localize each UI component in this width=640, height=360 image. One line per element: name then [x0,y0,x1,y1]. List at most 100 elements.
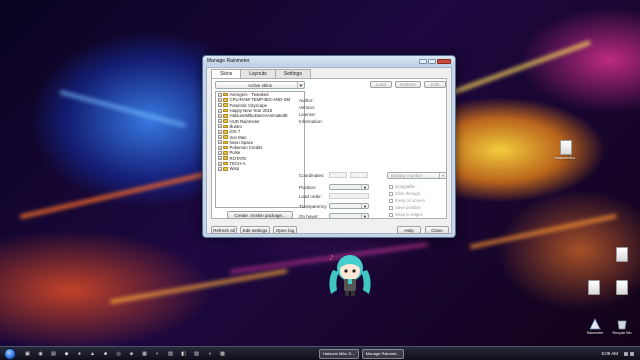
draggable-checkbox[interactable]: Draggable [389,184,415,189]
folder-icon [223,135,228,139]
tray-icon[interactable] [624,351,628,356]
system-tray[interactable] [624,351,634,356]
file-icon [616,280,628,295]
folder-icon [223,98,228,102]
folder-icon [223,156,228,160]
folder-icon [223,119,228,123]
expand-icon[interactable]: + [218,92,222,97]
refresh-all-button[interactable]: Refresh all [211,226,237,234]
help-button[interactable]: Help [397,226,421,234]
tab-settings[interactable]: Settings [274,69,311,78]
maximize-button[interactable] [428,58,436,64]
expand-icon[interactable]: + [218,124,222,129]
checkbox-box[interactable] [389,198,393,203]
taskbar-app-icon[interactable]: ▨ [193,350,201,358]
shortcut-desktop-icon-1[interactable] [610,247,634,262]
recycle-bin-desktop-icon[interactable]: Recycle Bin [610,318,634,335]
transparency-dropdown[interactable]: ▼ [329,203,369,209]
taskbar-app-icon[interactable]: ◉ [37,350,45,358]
folder-icon [223,92,228,97]
checkbox-box[interactable] [389,205,393,210]
load-order-field[interactable] [329,193,369,199]
create-rmskin-button[interactable]: Create .rmskin package... [227,211,293,219]
close-button[interactable]: Close [425,226,449,234]
expand-icon[interactable]: + [218,119,222,124]
taskbar-app-icon[interactable]: ■ [102,350,110,358]
display-monitor-dropdown[interactable]: Display monitor ▼ [387,172,447,179]
rainmeter-icon [589,318,601,330]
shortcut-desktop-icon-2[interactable] [582,280,606,295]
tree-item[interactable]: + Wisp [216,166,304,171]
expand-icon[interactable]: + [218,156,222,161]
taskbar-app-icon[interactable]: ▧ [167,350,175,358]
tray-icon[interactable] [630,351,634,356]
taskbar-app-icon[interactable]: ◧ [180,350,188,358]
taskbar-app-icon[interactable]: ◆ [63,350,71,358]
taskbar-app-icon[interactable]: ▤ [50,350,58,358]
taskbar-app-icon[interactable]: ● [76,350,84,358]
save-position-checkbox[interactable]: Save position [389,205,421,210]
author-label: Author: [299,98,314,103]
checkbox-box[interactable] [389,191,393,196]
taskbar-window-hatsune-miku[interactable]: Hatsune Miku D... [319,348,359,359]
taskbar-app-icon[interactable]: ▦ [141,350,149,358]
recycle-bin-icon [617,320,627,330]
expand-icon[interactable]: + [218,140,222,145]
close-window-button[interactable] [437,58,451,64]
keep-on-screen-checkbox[interactable]: Keep on screen [389,198,425,203]
coordinate-y-field[interactable] [350,172,368,178]
hatsunemiku-desktop-icon[interactable]: Hatsunemiku... [554,140,578,160]
position-dropdown[interactable]: ▼ [329,184,369,190]
taskbar-app-icon[interactable]: ◎ [115,350,123,358]
taskbar-app-icon[interactable]: ▩ [219,350,227,358]
window-client: Skins Layouts Settings Active skins ▼ + A… [206,67,452,234]
expand-icon[interactable]: + [218,97,222,102]
taskbar-window-manage-rainmeter[interactable]: Manage Rainmet... [361,348,404,359]
edit-button[interactable]: Edit [424,81,446,88]
taskbar-app-icon[interactable]: ◑ [206,350,214,358]
taskbar-clock[interactable]: 5:08 AM [601,351,618,356]
taskbar-app-icon[interactable]: ▣ [24,350,32,358]
folder-icon [223,103,228,108]
shortcut-desktop-icon-3[interactable] [610,280,634,295]
expand-icon[interactable]: + [218,161,222,166]
expand-icon[interactable]: + [218,150,222,155]
expand-icon[interactable]: + [218,108,222,113]
file-icon [588,280,600,295]
expand-icon[interactable]: + [218,166,222,171]
information-label: Information: [299,119,323,124]
expand-icon[interactable]: + [218,135,222,140]
snap-to-edges-checkbox[interactable]: Snap to edges [389,212,423,217]
minimize-button[interactable] [419,58,427,64]
coordinate-x-field[interactable] [329,172,347,178]
taskbar-app-icon[interactable]: ◈ [128,350,136,358]
manage-rainmeter-window: Manage Rainmeter Skins Layouts Settings … [202,55,456,238]
tab-skins[interactable]: Skins [211,69,242,78]
tab-layouts[interactable]: Layouts [240,69,276,78]
refresh-button[interactable]: Refresh [395,81,421,88]
expand-icon[interactable]: + [218,103,222,108]
taskbar: ▣ ◉ ▤ ◆ ● ▲ ■ ◎ ◈ ▦ ◐ ▧ ◧ ▨ ◑ ▩ Hatsune … [0,346,640,360]
rainmeter-desktop-icon[interactable]: Rainmeter [583,318,607,335]
expand-icon[interactable]: + [218,113,222,118]
expand-icon[interactable]: + [218,129,222,134]
edit-settings-button[interactable]: Edit settings [240,226,270,234]
start-button[interactable] [4,347,16,360]
expand-icon[interactable]: + [218,145,222,150]
taskbar-app-icon[interactable]: ◐ [154,350,162,358]
hatsune-miku-widget[interactable]: ♪ [325,250,375,298]
folder-icon [223,151,228,155]
window-titlebar[interactable]: Manage Rainmeter [203,56,455,66]
click-through-checkbox[interactable]: Click through [389,191,420,196]
on-hover-dropdown[interactable]: ▼ [329,213,369,219]
open-log-button[interactable]: Open log [273,226,297,234]
taskbar-app-icon[interactable]: ▲ [89,350,97,358]
folder-icon [223,161,228,166]
active-skins-dropdown[interactable]: Active skins ▼ [215,81,305,89]
transparency-label: Transparency: [299,204,328,209]
checkbox-box[interactable] [389,212,393,217]
checkbox-box[interactable] [389,184,393,189]
load-button[interactable]: Load [370,81,392,88]
coordinates-label: Coordinates: [299,173,325,178]
position-label: Position: [299,185,317,190]
